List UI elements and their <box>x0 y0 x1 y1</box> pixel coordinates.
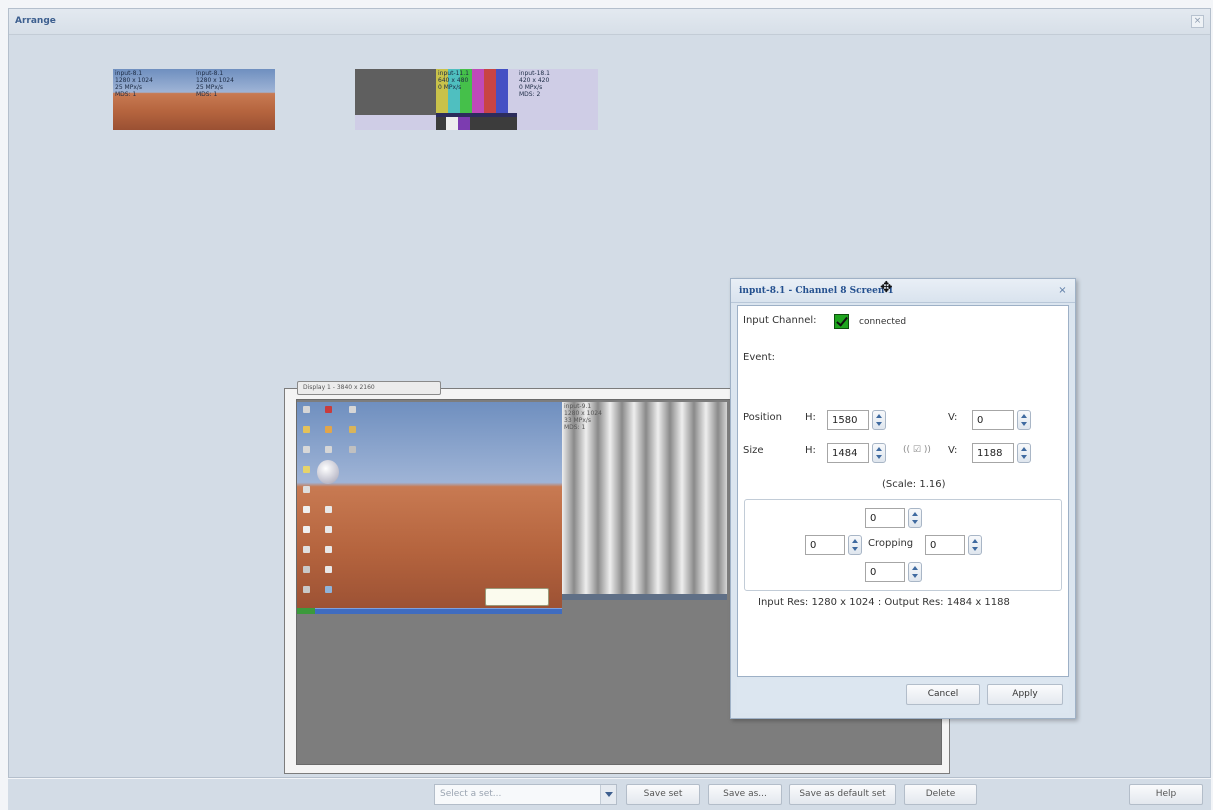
notification-popup <box>485 588 549 606</box>
tp-gray-block <box>355 69 436 115</box>
position-v-label: V: <box>948 412 958 423</box>
source-thumbnail-input-8-a[interactable]: input-8.1 1280 x 1024 25 MPx/s MDS: 1 <box>113 69 194 130</box>
delete-button[interactable]: Delete <box>904 784 977 805</box>
display-label: Display 1 - 3840 x 2160 <box>297 381 441 395</box>
source-thumbnail-test-pattern[interactable]: input-11.1 640 x 480 0 MPx/s <box>355 69 517 130</box>
tp-bottom-white <box>446 117 458 130</box>
spinner-arrows-icon[interactable] <box>908 508 922 528</box>
dialog-titlebar[interactable]: input-8.1 - Channel 8 Screen 1 × <box>731 279 1075 303</box>
save-set-button[interactable]: Save set <box>626 784 700 805</box>
resolution-text: Input Res: 1280 x 1024 : Output Res: 148… <box>758 597 1010 608</box>
spinner-arrows-icon[interactable] <box>1017 443 1031 463</box>
window-close-icon[interactable]: × <box>1191 15 1204 28</box>
window-titlebar: Arrange × <box>9 9 1210 35</box>
spinner-arrows-icon[interactable] <box>872 410 886 430</box>
desktop-icon <box>325 526 332 533</box>
desktop-icon <box>325 506 332 513</box>
help-button[interactable]: Help <box>1129 784 1203 805</box>
position-label: Position <box>743 412 782 423</box>
desktop-icon <box>349 446 356 453</box>
save-as-default-button[interactable]: Save as default set <box>789 784 896 805</box>
desktop-icon <box>303 566 310 573</box>
aspect-lock-toggle[interactable]: (( ☑ )) <box>903 445 931 455</box>
apply-button[interactable]: Apply <box>987 684 1063 705</box>
tp-red-bar <box>484 69 496 113</box>
move-cursor-icon: ✥ <box>880 278 893 296</box>
tp-blue-bar <box>496 69 508 113</box>
desktop-icon <box>303 526 310 533</box>
taskbar <box>297 608 562 614</box>
position-h-field[interactable] <box>827 410 869 430</box>
window-input-8-on-display[interactable] <box>297 402 562 614</box>
thumbnail-info: input-11.1 640 x 480 0 MPx/s <box>438 70 469 91</box>
desktop-icon <box>303 446 310 453</box>
size-v-field[interactable] <box>972 443 1014 463</box>
display-window-info: input-9.1 1280 x 1024 33 MPx/s MDS: 1 <box>564 403 602 431</box>
desktop-icon <box>303 406 310 413</box>
start-button <box>297 608 315 614</box>
thumbnail-info: input-18.1 420 x 420 0 MPx/s MDS: 2 <box>519 70 550 98</box>
spinner-arrows-icon[interactable] <box>848 535 862 555</box>
desktop-icon <box>325 546 332 553</box>
input-channel-label: Input Channel: <box>743 315 817 326</box>
dialog-close-icon[interactable]: × <box>1056 284 1069 297</box>
desktop-icon <box>303 486 310 493</box>
source-thumbnail-input-8-b[interactable]: input-8.1 1280 x 1024 25 MPx/s MDS: 1 <box>194 69 275 130</box>
set-select[interactable]: Select a set... <box>434 784 617 805</box>
crop-right-field[interactable] <box>925 535 965 555</box>
connected-status: connected <box>859 317 907 327</box>
desktop-icon <box>303 586 310 593</box>
dialog-body: Input Channel: connected Event: Position… <box>737 305 1069 677</box>
size-label: Size <box>743 445 764 456</box>
cancel-button[interactable]: Cancel <box>906 684 980 705</box>
cropping-group: Cropping <box>744 499 1062 591</box>
dialog-title: input-8.1 - Channel 8 Screen 1 <box>739 286 894 296</box>
spinner-arrows-icon[interactable] <box>908 562 922 582</box>
window-input-9-on-display[interactable]: input-9.1 1280 x 1024 33 MPx/s MDS: 1 <box>562 402 727 598</box>
dropdown-arrow-icon[interactable] <box>600 785 616 804</box>
source-thumbnail-input-18[interactable]: input-18.1 420 x 420 0 MPx/s MDS: 2 <box>517 69 598 130</box>
position-h-label: H: <box>805 412 816 423</box>
desktop-icon <box>303 546 310 553</box>
thumbnail-info: input-8.1 1280 x 1024 25 MPx/s MDS: 1 <box>115 70 153 98</box>
spinner-arrows-icon[interactable] <box>968 535 982 555</box>
desktop-icon <box>325 406 332 413</box>
cropping-label: Cropping <box>868 538 914 549</box>
desktop-icon <box>325 566 332 573</box>
desktop-icon <box>303 426 310 433</box>
size-v-label: V: <box>948 445 958 456</box>
thumbnail-info: input-8.1 1280 x 1024 25 MPx/s MDS: 1 <box>196 70 234 98</box>
desktop-icon <box>349 406 356 413</box>
desktop-icon <box>303 506 310 513</box>
crop-left-field[interactable] <box>805 535 845 555</box>
balloon-image <box>317 460 339 484</box>
tp-bottom-purple <box>458 117 470 130</box>
dialog-footer: Cancel Apply <box>737 679 1069 713</box>
set-select-placeholder: Select a set... <box>440 789 502 799</box>
position-v-field[interactable] <box>972 410 1014 430</box>
desktop-icon <box>325 426 332 433</box>
save-as-button[interactable]: Save as... <box>708 784 782 805</box>
crop-top-field[interactable] <box>865 508 905 528</box>
bottom-toolbar: Select a set... Save set Save as... Save… <box>8 779 1211 810</box>
desktop-icon <box>303 466 310 473</box>
spinner-arrows-icon[interactable] <box>872 443 886 463</box>
scale-text: (Scale: 1.16) <box>882 479 946 490</box>
checkbox-checked-icon[interactable] <box>834 314 849 329</box>
desktop-icon <box>349 426 356 433</box>
desktop-icon <box>325 586 332 593</box>
window-title: Arrange <box>15 16 56 26</box>
spinner-arrows-icon[interactable] <box>1017 410 1031 430</box>
window-input-9-bottom-bar <box>562 594 727 600</box>
desktop-icon <box>325 446 332 453</box>
size-h-label: H: <box>805 445 816 456</box>
size-h-field[interactable] <box>827 443 869 463</box>
event-label: Event: <box>743 352 776 363</box>
crop-bottom-field[interactable] <box>865 562 905 582</box>
channel-dialog: input-8.1 - Channel 8 Screen 1 × Input C… <box>730 278 1076 719</box>
tp-magenta-bar <box>472 69 484 113</box>
